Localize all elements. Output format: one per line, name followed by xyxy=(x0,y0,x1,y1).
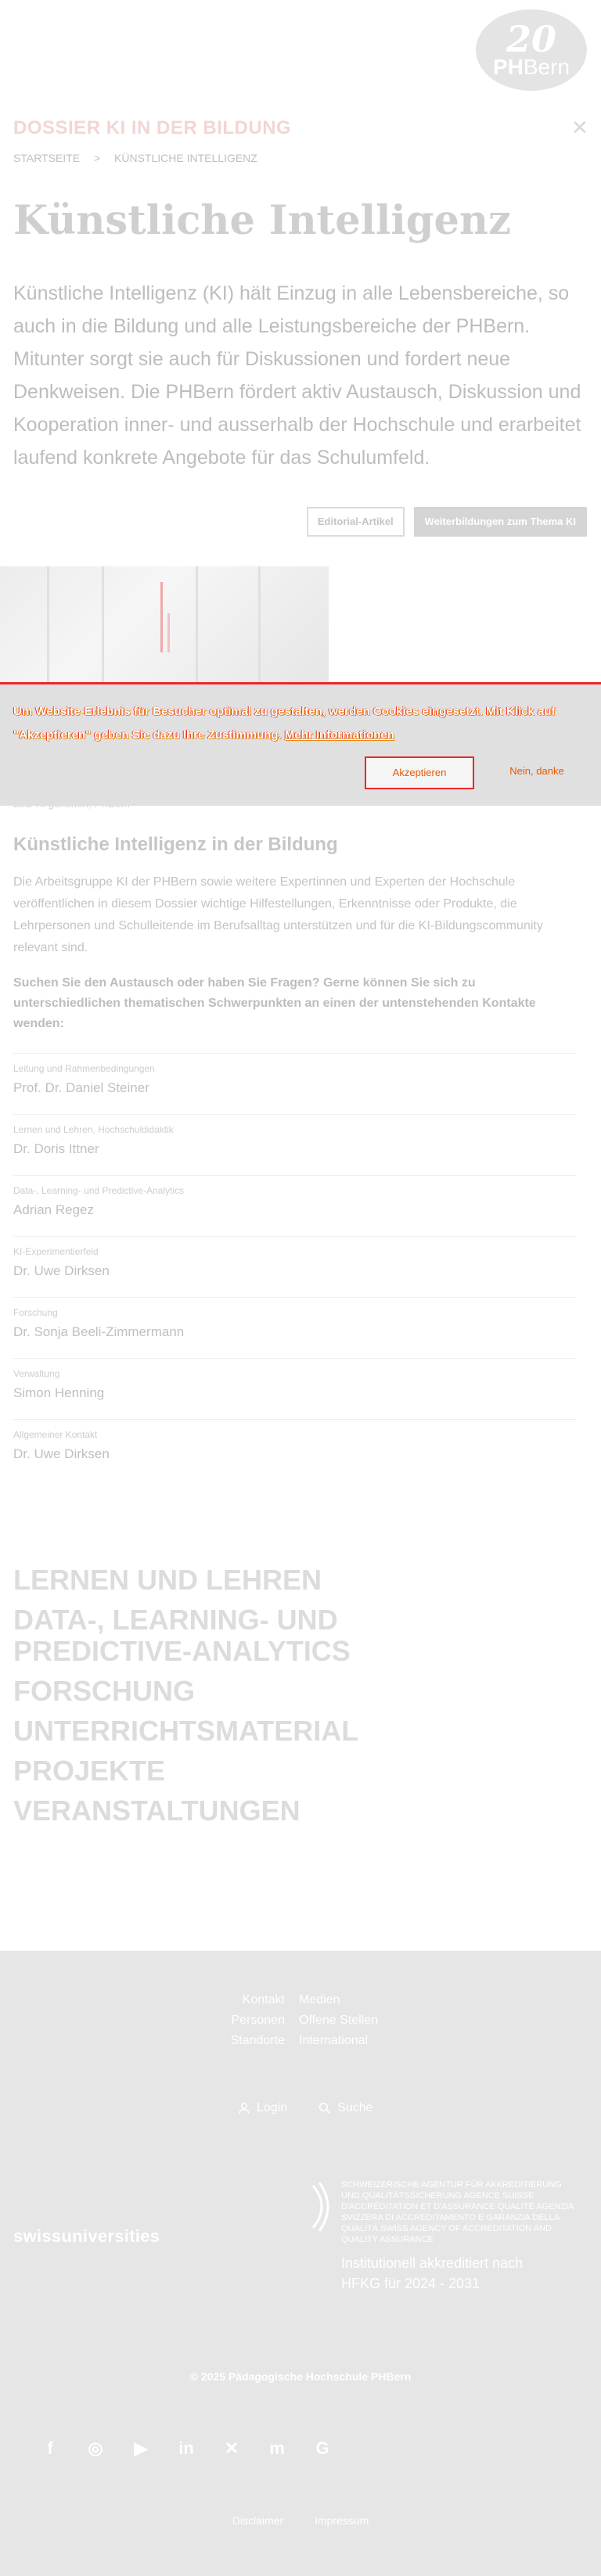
breadcrumb: Startseite > Künstliche Intelligenz xyxy=(13,152,268,164)
contact-item: Data-, Learning- und Predictive-Analytic… xyxy=(13,1175,577,1236)
facebook-icon[interactable]: f xyxy=(39,2438,61,2459)
hero-image xyxy=(0,566,329,682)
contact-role: Forschung xyxy=(13,1307,58,1318)
cookie-text: Um Website-Erlebnis für Besucher optimal… xyxy=(13,705,556,742)
linkedin-icon[interactable]: in xyxy=(175,2438,197,2459)
contact-role: Lernen und Lehren, Hochschuldidaktik xyxy=(13,1124,174,1135)
topic-link[interactable]: Projekte xyxy=(13,1755,514,1787)
topic-link[interactable]: Forschung xyxy=(13,1676,514,1707)
contact-item: Verwaltung Simon Henning xyxy=(13,1358,577,1419)
footer-utility: Login Suche xyxy=(238,2101,373,2115)
cookie-accept-button[interactable]: Akzeptieren xyxy=(365,756,474,789)
contact-role: Leitung und Rahmenbedingungen xyxy=(13,1063,155,1074)
footer-link-offene-stellen[interactable]: Offene Stellen xyxy=(299,2014,408,2028)
header-buttons: Editorial-Artikel Weiterbildungen zum Th… xyxy=(306,507,587,537)
topic-link[interactable]: Unterrichtsmaterial xyxy=(13,1716,514,1747)
contact-name[interactable]: Dr. Uwe Dirksen xyxy=(13,1446,577,1462)
cookie-more-link[interactable]: Mehr Informationen xyxy=(285,728,394,742)
footer-link-personen[interactable]: Personen xyxy=(227,2014,299,2028)
weiterbildung-button[interactable]: Weiterbildungen zum Thema KI xyxy=(413,507,587,537)
section-title: Künstliche Intelligenz in der Bildung xyxy=(13,834,338,855)
copyright: © 2025 Pädagogische Hochschule PHBern xyxy=(189,2370,412,2383)
google-icon[interactable]: G xyxy=(311,2438,333,2459)
xing-icon[interactable]: ✕ xyxy=(221,2438,243,2459)
phbern-logo[interactable]: 20 PHBern xyxy=(476,9,587,91)
footer-nav: Kontakt Medien Personen Offene Stellen S… xyxy=(227,1993,408,2048)
editorial-button[interactable]: Editorial-Artikel xyxy=(306,507,405,537)
topic-link[interactable]: Data-, Learning- und Predictive-Analytic… xyxy=(13,1604,514,1667)
topic-link[interactable]: Lernen und Lehren xyxy=(13,1565,514,1596)
footer-link-international[interactable]: International xyxy=(299,2034,408,2048)
contact-role: Verwaltung xyxy=(13,1368,60,1379)
logo-number: 20 xyxy=(506,18,556,60)
footer: Kontakt Medien Personen Offene Stellen S… xyxy=(0,1951,601,2576)
topic-list: Lernen und Lehren Data-, Learning- und P… xyxy=(13,1565,514,1835)
topic-link[interactable]: Veranstaltungen xyxy=(13,1795,514,1827)
section-body: Die Arbeitsgruppe KI der PHBern sowie we… xyxy=(13,875,543,954)
contact-role: KI-Experimentierfeld xyxy=(13,1246,99,1257)
page-lead: Künstliche Intelligenz (KI) hält Einzug … xyxy=(13,282,581,469)
dossier-label[interactable]: Dossier KI in der Bildung xyxy=(13,117,291,139)
footer-legal: Disclaimer Impressum xyxy=(0,2514,601,2527)
impressum-link[interactable]: Impressum xyxy=(315,2514,369,2527)
contact-name[interactable]: Prof. Dr. Daniel Steiner xyxy=(13,1080,577,1096)
swissuniversities-logo[interactable]: swissuniversities xyxy=(13,2226,160,2247)
social-links: f ◎ ▶ in ✕ m G xyxy=(39,2438,333,2459)
search-icon xyxy=(319,2102,331,2114)
contact-item: KI-Experimentierfeld Dr. Uwe Dirksen xyxy=(13,1236,577,1297)
aaq-text: Schweizerische Agentur für Akkreditierun… xyxy=(341,2180,574,2244)
logo-wordmark: PHBern xyxy=(492,55,570,79)
breadcrumb-current: Künstliche Intelligenz xyxy=(114,152,257,164)
contact-name[interactable]: Simon Henning xyxy=(13,1385,577,1401)
cookie-banner: Um Website-Erlebnis für Besucher optimal… xyxy=(0,682,601,806)
close-icon[interactable]: ✕ xyxy=(571,116,588,140)
login-link[interactable]: Login xyxy=(238,2101,287,2115)
accreditation-text: Institutionell akkreditiert nach HFKG fü… xyxy=(341,2255,524,2291)
contact-item: Allgemeiner Kontakt Dr. Uwe Dirksen xyxy=(13,1419,577,1480)
aaq-logo-icon xyxy=(311,2182,329,2232)
contact-name[interactable]: Dr. Uwe Dirksen xyxy=(13,1263,577,1279)
contact-role: Allgemeiner Kontakt xyxy=(13,1429,98,1440)
footer-link-kontakt[interactable]: Kontakt xyxy=(227,1993,299,2007)
contact-item: Lernen und Lehren, Hochschuldidaktik Dr.… xyxy=(13,1114,577,1175)
footer-link-medien[interactable]: Medien xyxy=(299,1993,408,2007)
youtube-icon[interactable]: ▶ xyxy=(130,2438,152,2459)
cookie-decline-button[interactable]: Nein, danke xyxy=(490,756,584,789)
footer-link-standorte[interactable]: Standorte xyxy=(227,2034,299,2048)
section-question: Suchen Sie den Austausch oder haben Sie … xyxy=(13,976,536,1030)
contact-name[interactable]: Dr. Sonja Beeli-Zimmermann xyxy=(13,1324,577,1340)
contact-role: Data-, Learning- und Predictive-Analytic… xyxy=(13,1185,185,1196)
instagram-icon[interactable]: ◎ xyxy=(85,2438,106,2459)
user-icon xyxy=(239,2103,250,2114)
breadcrumb-separator-icon: > xyxy=(93,152,101,164)
breadcrumb-home[interactable]: Startseite xyxy=(13,152,80,164)
contact-list: Leitung und Rahmenbedingungen Prof. Dr. … xyxy=(13,1053,577,1480)
search-link[interactable]: Suche xyxy=(318,2101,373,2115)
mastodon-icon[interactable]: m xyxy=(266,2438,288,2459)
contact-item: Forschung Dr. Sonja Beeli-Zimmermann xyxy=(13,1297,577,1358)
contact-name[interactable]: Dr. Doris Ittner xyxy=(13,1141,577,1157)
page-title: Künstliche Intelligenz xyxy=(13,197,511,244)
contact-item: Leitung und Rahmenbedingungen Prof. Dr. … xyxy=(13,1053,577,1114)
disclaimer-link[interactable]: Disclaimer xyxy=(232,2514,283,2527)
contact-name[interactable]: Adrian Regez xyxy=(13,1202,577,1218)
